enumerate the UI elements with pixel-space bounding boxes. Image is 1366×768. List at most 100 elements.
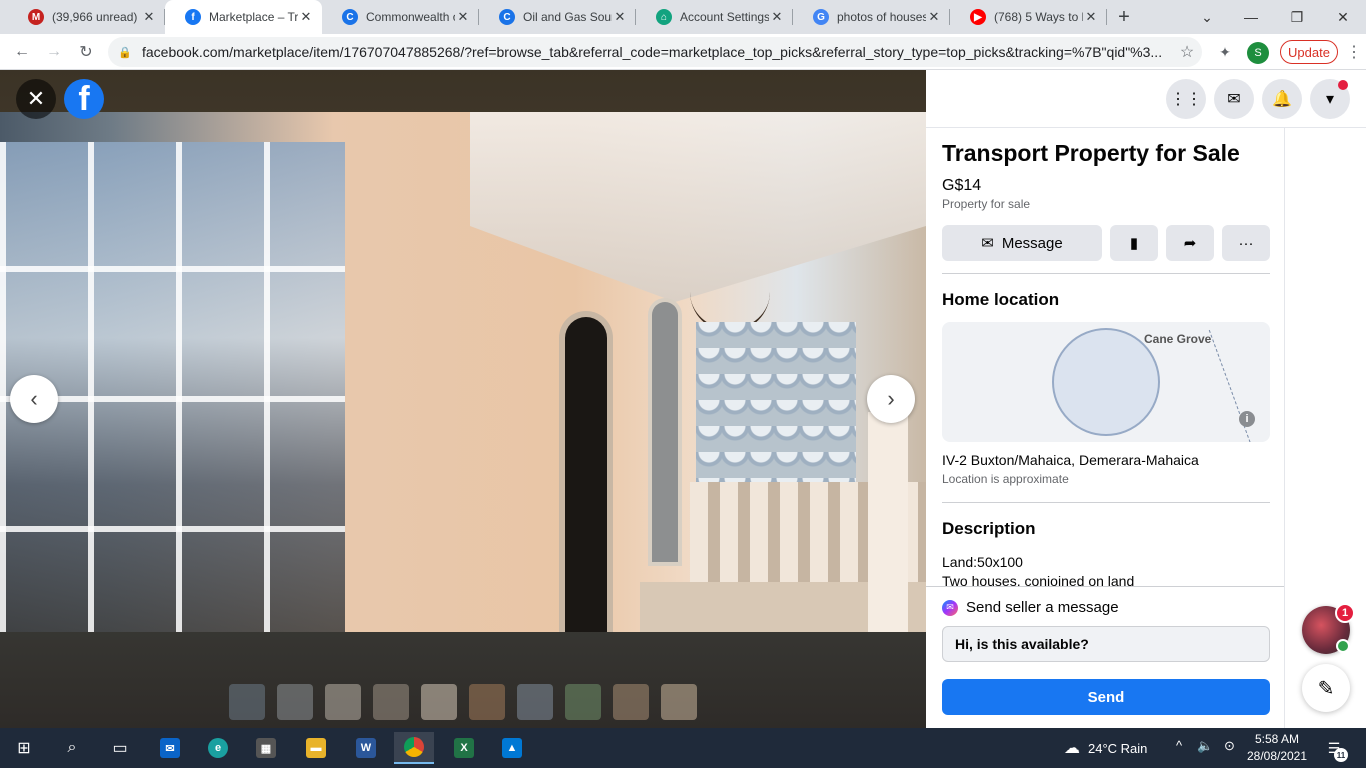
google-icon: G bbox=[813, 9, 829, 25]
meet-now-icon[interactable]: ⊙ bbox=[1224, 738, 1235, 754]
back-button[interactable]: ← bbox=[6, 36, 38, 68]
excel-icon[interactable]: X bbox=[444, 732, 484, 764]
share-arrow-icon[interactable]: ➦ bbox=[1166, 225, 1214, 261]
photo-thumbnail[interactable] bbox=[325, 684, 361, 720]
message-input[interactable]: Hi, is this available? bbox=[942, 626, 1270, 662]
tab-title: Commonwealth o bbox=[366, 10, 455, 24]
new-message-compose-icon[interactable]: ✎ bbox=[1302, 664, 1350, 712]
globe-c-icon: C bbox=[499, 9, 515, 25]
photo-thumbnail[interactable] bbox=[565, 684, 601, 720]
more-options-icon[interactable]: ··· bbox=[1222, 225, 1270, 261]
close-window-button[interactable]: ✕ bbox=[1320, 0, 1366, 34]
online-status-dot bbox=[1336, 639, 1350, 653]
forward-button[interactable]: → bbox=[38, 36, 70, 68]
system-clock[interactable]: 5:58 AM 28/08/2021 bbox=[1246, 731, 1308, 765]
photo-thumbnail[interactable] bbox=[517, 684, 553, 720]
photo-thumbnail[interactable] bbox=[661, 684, 697, 720]
rain-cloud-icon: ☁ bbox=[1064, 740, 1080, 757]
windows-start-icon[interactable]: ⊞ bbox=[4, 732, 44, 764]
divider bbox=[942, 273, 1270, 274]
new-tab-button[interactable]: + bbox=[1107, 0, 1141, 34]
profile-avatar[interactable]: S bbox=[1247, 42, 1269, 64]
weather-widget[interactable]: ☁ 24°C Rain bbox=[1064, 738, 1147, 758]
browser-tab[interactable]: Gphotos of houses ✕ bbox=[793, 0, 950, 34]
thumbnail-strip bbox=[229, 684, 697, 720]
extensions-puzzle-icon[interactable]: ✦ bbox=[1212, 39, 1238, 65]
photo-thumbnail[interactable] bbox=[277, 684, 313, 720]
photo-thumbnail[interactable] bbox=[229, 684, 265, 720]
tab-search-button[interactable]: ⌄ bbox=[1184, 0, 1230, 34]
description-line: Two houses, conjoined on land bbox=[942, 573, 1135, 586]
browser-menu-icon[interactable]: ⋮ bbox=[1346, 42, 1362, 62]
photo-thumbnail[interactable] bbox=[421, 684, 457, 720]
close-viewer-button[interactable]: ✕ bbox=[16, 79, 56, 119]
map-place-label: Cane Grove bbox=[1144, 332, 1212, 346]
update-button[interactable]: Update bbox=[1280, 40, 1338, 64]
next-photo-button[interactable]: › bbox=[867, 375, 915, 423]
listing-actions: ✉ Message ▮ ➦ ··· bbox=[942, 225, 1270, 261]
top-icons-bar: ⋮⋮ ✉ 🔔 ▾ bbox=[926, 70, 1366, 128]
tab-title: (768) 5 Ways to l bbox=[994, 10, 1083, 24]
close-tab-icon[interactable]: ✕ bbox=[612, 9, 628, 25]
description-heading: Description bbox=[942, 519, 1036, 538]
youtube-icon: ▶ bbox=[970, 9, 986, 25]
chrome-icon[interactable] bbox=[394, 732, 434, 764]
tray-chevron-icon[interactable]: ^ bbox=[1176, 738, 1182, 753]
photo-thumbnail[interactable] bbox=[469, 684, 505, 720]
previous-photo-button[interactable]: ‹ bbox=[10, 375, 58, 423]
task-view-icon[interactable]: ▭ bbox=[100, 732, 140, 764]
action-center-icon[interactable]: ☰ 11 bbox=[1322, 736, 1348, 762]
tab-list: M (39,966 unread) - ✕ f Marketplace – Tra ✕ C C… bbox=[0, 0, 1107, 34]
messenger-icon: ✉ bbox=[942, 599, 958, 616]
browser-tab[interactable]: C Commonwealth o ✕ bbox=[322, 0, 479, 34]
message-button[interactable]: ✉ Message bbox=[942, 225, 1102, 261]
browser-tab[interactable]: ⌂ Account Settings ✕ bbox=[636, 0, 793, 34]
close-tab-icon[interactable]: ✕ bbox=[769, 9, 785, 25]
search-icon[interactable]: ⌕ bbox=[52, 732, 92, 764]
listing-address: IV-2 Buxton/Mahaica, Demerara-Mahaica bbox=[942, 452, 1199, 468]
listing-details: Transport Property for Sale G$14 Propert… bbox=[942, 128, 1270, 586]
bookmark-star-icon[interactable]: ☆ bbox=[1172, 42, 1202, 62]
photo-thumbnail[interactable] bbox=[613, 684, 649, 720]
file-explorer-icon[interactable]: ▬ bbox=[296, 732, 336, 764]
menu-grid-icon[interactable]: ⋮⋮ bbox=[1166, 79, 1206, 119]
minimize-button[interactable]: — bbox=[1228, 0, 1274, 34]
save-bookmark-icon[interactable]: ▮ bbox=[1110, 225, 1158, 261]
clock-date: 28/08/2021 bbox=[1246, 749, 1308, 763]
browser-tab-strip: M (39,966 unread) - ✕ f Marketplace – Tra ✕ C C… bbox=[0, 0, 1366, 34]
tab-title: Account Settings bbox=[680, 10, 769, 24]
location-map[interactable]: Cane Grove i bbox=[942, 322, 1270, 442]
messenger-icon[interactable]: ✉ bbox=[1214, 79, 1254, 119]
photo-thumbnail[interactable] bbox=[373, 684, 409, 720]
listing-title: Transport Property for Sale bbox=[942, 140, 1240, 166]
info-icon[interactable]: i bbox=[1239, 411, 1255, 427]
listing-price: G$14 bbox=[942, 177, 982, 194]
facebook-logo-icon[interactable]: f bbox=[64, 79, 104, 119]
close-tab-icon[interactable]: ✕ bbox=[1083, 9, 1099, 25]
speaker-icon[interactable]: 🔈 bbox=[1197, 738, 1213, 754]
close-tab-icon[interactable]: ✕ bbox=[141, 9, 157, 25]
word-icon[interactable]: W bbox=[346, 732, 386, 764]
message-seller-heading: ✉ Send seller a message bbox=[942, 599, 1119, 616]
close-tab-icon[interactable]: ✕ bbox=[926, 9, 942, 25]
address-bar[interactable]: 🔒 facebook.com/marketplace/item/17670704… bbox=[108, 37, 1202, 67]
chat-unread-badge: 1 bbox=[1335, 603, 1355, 623]
browser-tab[interactable]: M (39,966 unread) - ✕ bbox=[8, 0, 165, 34]
reload-button[interactable]: ↻ bbox=[70, 36, 102, 68]
notifications-bell-icon[interactable]: 🔔 bbox=[1262, 79, 1302, 119]
mail-icon[interactable]: ✉ bbox=[150, 732, 190, 764]
browser-tab[interactable]: C Oil and Gas Sourc ✕ bbox=[479, 0, 636, 34]
location-approximate-note: Location is approximate bbox=[942, 472, 1069, 486]
close-tab-icon[interactable]: ✕ bbox=[455, 9, 471, 25]
edge-browser-icon[interactable]: e bbox=[198, 732, 238, 764]
tab-title: (39,966 unread) - bbox=[52, 10, 141, 24]
send-button[interactable]: Send bbox=[942, 679, 1270, 715]
close-tab-icon[interactable]: ✕ bbox=[298, 9, 314, 25]
browser-tab[interactable]: f Marketplace – Tra ✕ bbox=[165, 0, 322, 34]
browser-tab[interactable]: ▶ (768) 5 Ways to l ✕ bbox=[950, 0, 1107, 34]
maximize-button[interactable]: ❐ bbox=[1274, 0, 1320, 34]
description-line: Land:50x100 bbox=[942, 554, 1023, 570]
store-icon[interactable]: ▦ bbox=[246, 732, 286, 764]
description-text: Land:50x100 Two houses, conjoined on lan… bbox=[942, 553, 1270, 586]
photos-icon[interactable]: ▲ bbox=[492, 732, 532, 764]
